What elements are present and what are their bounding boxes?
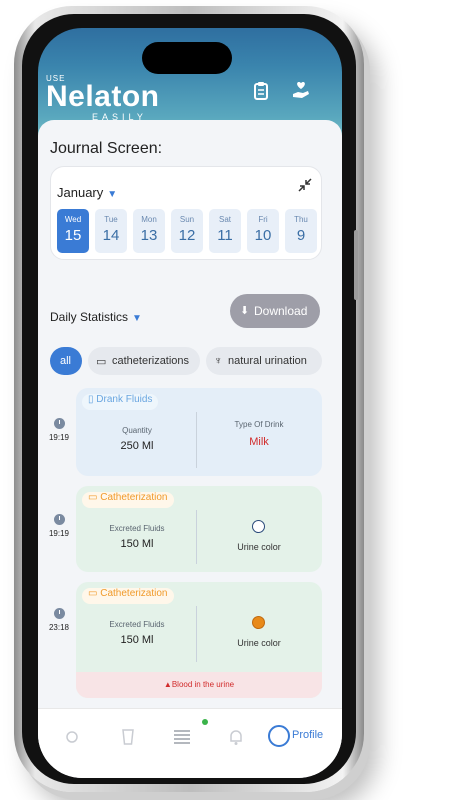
- entry-type-label: Drank Fluids: [96, 394, 153, 405]
- dynamic-island: [142, 42, 232, 74]
- urine-color-swatch: [252, 520, 265, 533]
- warning-icon: ▲: [163, 680, 172, 689]
- daily-statistics-dropdown[interactable]: Daily Statistics ▼: [50, 310, 142, 324]
- catheter-icon: ▭: [88, 588, 101, 599]
- day-name: Wed: [64, 215, 82, 224]
- list-icon[interactable]: [172, 727, 192, 747]
- time-label: 19:19: [48, 433, 70, 442]
- month-label: January: [57, 185, 104, 200]
- urine-color-swatch: [252, 616, 265, 629]
- field-value: 250 Ml: [120, 440, 154, 452]
- day-date: 14: [102, 227, 120, 244]
- clock-icon: [53, 418, 65, 429]
- entry-card[interactable]: ▯ Drank Fluids Quantity 250 Ml Type Of D…: [76, 388, 322, 476]
- day-date: 12: [178, 227, 196, 244]
- chevron-down-icon: ▼: [107, 189, 118, 200]
- day-item[interactable]: Thu 9: [285, 209, 317, 253]
- day-item[interactable]: Fri 10: [247, 209, 279, 253]
- filter-label: all: [60, 355, 72, 367]
- divider: [196, 412, 197, 468]
- filter-natural-urination[interactable]: ♆ natural urination: [206, 347, 322, 375]
- download-button[interactable]: ⬇ Download: [230, 294, 320, 328]
- field-label: Urine color: [237, 638, 281, 648]
- filter-catheterizations[interactable]: ▭ catheterizations: [88, 347, 200, 375]
- day-item[interactable]: Sun 12: [171, 209, 203, 253]
- day-item[interactable]: Wed 15: [57, 209, 89, 253]
- profile-icon[interactable]: [268, 725, 290, 747]
- profile-label[interactable]: Profile: [292, 729, 323, 741]
- filter-all[interactable]: all: [50, 347, 82, 375]
- field-value: 150 Ml: [120, 634, 154, 646]
- entry-time: 23:18: [48, 608, 70, 632]
- time-label: 23:18: [48, 623, 70, 632]
- page-title: Journal Screen:: [50, 140, 163, 157]
- field-label: Urine color: [237, 542, 281, 552]
- field-label: Excreted Fluids: [109, 524, 165, 533]
- hand-heart-icon[interactable]: [290, 80, 312, 102]
- field-value: Milk: [249, 436, 269, 448]
- field-label: Excreted Fluids: [109, 620, 165, 629]
- day-name: Thu: [294, 215, 308, 224]
- clock-icon: [53, 514, 65, 525]
- urination-icon: ♆: [214, 355, 223, 367]
- bottom-nav: Profile: [38, 708, 342, 778]
- time-label: 19:19: [48, 529, 70, 538]
- download-icon: ⬇: [240, 305, 250, 317]
- entry-card[interactable]: ▭ Catheterization Excreted Fluids 150 Ml…: [76, 486, 322, 572]
- entry-type-tag: ▭ Catheterization: [82, 492, 174, 508]
- field-label: Quantity: [122, 426, 152, 435]
- statistics-label: Daily Statistics: [50, 310, 129, 324]
- day-name: Sun: [179, 215, 195, 224]
- logo-brand-text: Nelaton: [46, 80, 160, 113]
- day-date: 13: [140, 227, 158, 244]
- chevron-down-icon: ▼: [132, 313, 142, 324]
- day-item[interactable]: Sat 11: [209, 209, 241, 253]
- collapse-arrows-icon[interactable]: [297, 177, 313, 193]
- cup-icon[interactable]: [118, 727, 138, 747]
- sun-icon[interactable]: [62, 727, 82, 747]
- divider: [196, 606, 197, 662]
- filter-label: catheterizations: [112, 355, 190, 367]
- clipboard-icon[interactable]: [250, 80, 272, 102]
- day-date: 11: [217, 227, 233, 244]
- calendar-strip: January ▼ Wed 15 Tue 14 Mon 13 Sun 12 Sat 11 F…: [50, 166, 322, 260]
- day-date: 15: [64, 227, 82, 244]
- catheter-icon: ▭: [88, 492, 101, 503]
- entry-type-tag: ▭ Catheterization: [82, 588, 174, 604]
- day-date: 9: [296, 227, 306, 244]
- bell-icon[interactable]: [226, 727, 246, 747]
- entry-time: 19:19: [48, 514, 70, 538]
- blood-alert: ▲Blood in the urine: [76, 672, 322, 698]
- field-value: 150 Ml: [120, 538, 154, 550]
- divider: [196, 510, 197, 564]
- day-name: Tue: [104, 215, 118, 224]
- clock-icon: [53, 608, 65, 619]
- day-date: 10: [254, 227, 272, 244]
- day-name: Fri: [258, 215, 268, 224]
- app-screen: USE Nelaton EASILY Journal Screen: Janua…: [38, 28, 342, 778]
- field-label: Type Of Drink: [234, 420, 284, 429]
- entry-type-tag: ▯ Drank Fluids: [82, 394, 159, 410]
- entry-type-label: Catheterization: [100, 588, 168, 599]
- day-item[interactable]: Mon 13: [133, 209, 165, 253]
- catheter-icon: ▭: [96, 356, 107, 368]
- side-button: [354, 230, 358, 300]
- entry-card[interactable]: ▭ Catheterization Excreted Fluids 150 Ml…: [76, 582, 322, 698]
- day-item[interactable]: Tue 14: [95, 209, 127, 253]
- day-name: Mon: [141, 215, 157, 224]
- notification-dot: [202, 719, 208, 725]
- journal-card: Journal Screen: January ▼ Wed 15 Tue 14 Mon…: [38, 120, 342, 748]
- alert-text: Blood in the urine: [171, 680, 235, 689]
- entry-type-label: Catheterization: [100, 492, 168, 503]
- month-selector[interactable]: January ▼: [57, 185, 117, 200]
- filter-label: natural urination: [228, 355, 307, 367]
- download-label: Download: [254, 304, 308, 318]
- entry-time: 19:19: [48, 418, 70, 442]
- day-name: Sat: [218, 215, 231, 224]
